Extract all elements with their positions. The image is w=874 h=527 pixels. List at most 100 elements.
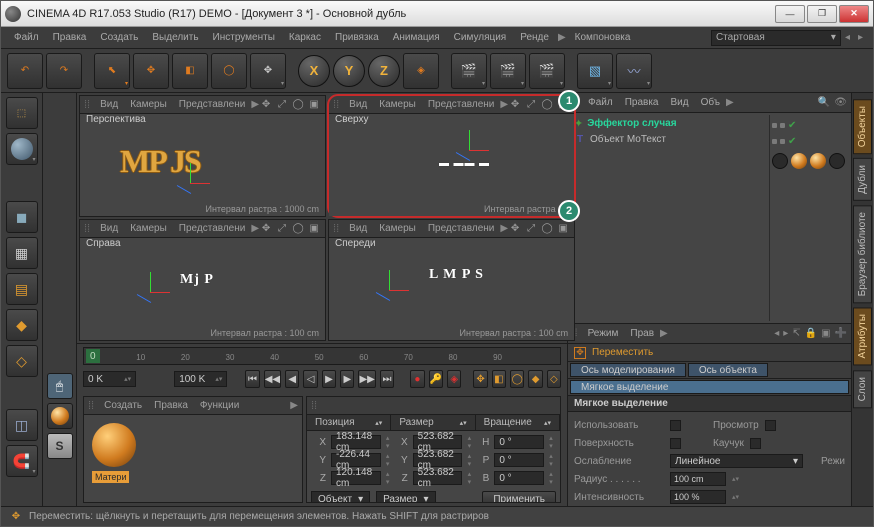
vp-menu-view[interactable]: Вид bbox=[343, 223, 373, 234]
timeline-goto-start-button[interactable]: ⏮ bbox=[245, 370, 259, 388]
menu-select[interactable]: Выделить bbox=[145, 30, 205, 45]
coords-hdr-size[interactable]: Размер▴▾ bbox=[391, 415, 475, 430]
timeline-scale-key-button[interactable]: ◧ bbox=[492, 370, 506, 388]
axis-button[interactable]: ◫ bbox=[6, 409, 38, 441]
minimize-button[interactable]: — bbox=[775, 5, 805, 23]
viewport-right[interactable]: ⁞⁞ Вид Камеры Представлени ▶ ✥ ⤢ ◯ ▣ bbox=[79, 219, 326, 341]
menu-tools[interactable]: Инструменты bbox=[206, 30, 282, 45]
menu-file[interactable]: Файл bbox=[7, 30, 46, 45]
vp-menu-display[interactable]: Представлени bbox=[422, 223, 501, 234]
menu-pipeline[interactable]: Компоновка bbox=[568, 30, 638, 45]
vp-menu-cameras[interactable]: Камеры bbox=[124, 223, 173, 234]
select-tool-button[interactable]: ⬉▾ bbox=[94, 53, 130, 89]
move-tool-button[interactable]: ✥ bbox=[133, 53, 169, 89]
vp-nav-move-icon[interactable]: ✥ bbox=[508, 98, 522, 112]
attr-lock-icon[interactable]: 🔒 bbox=[805, 328, 817, 339]
viewport-grip-icon[interactable]: ⁞⁞ bbox=[84, 99, 90, 111]
coord-system-button[interactable]: ◈ bbox=[403, 53, 439, 89]
render-pv-button[interactable]: 🎬▾ bbox=[490, 53, 526, 89]
vp-nav-orbit-icon[interactable]: ◯ bbox=[291, 98, 305, 112]
obj-menu-obj[interactable]: Объ bbox=[695, 97, 726, 108]
add-spline-button[interactable]: 〰▾ bbox=[616, 53, 652, 89]
object-row-effector[interactable]: ✦ Эффектор случая bbox=[570, 115, 769, 131]
object-row-motext[interactable]: T Объект МоТекст bbox=[570, 131, 769, 147]
material-name[interactable]: Матери bbox=[92, 471, 129, 483]
vp-nav-orbit-icon[interactable]: ◯ bbox=[540, 222, 554, 236]
edge-mode-button[interactable]: ◇ bbox=[6, 345, 38, 377]
attr-intensity-field[interactable]: 100 % bbox=[670, 490, 726, 504]
vp-nav-zoom-icon[interactable]: ⤢ bbox=[524, 98, 538, 112]
timeline-pla-key-button[interactable]: ◇ bbox=[547, 370, 561, 388]
attr-radius-field[interactable]: 100 cm bbox=[670, 472, 726, 486]
add-cube-button[interactable]: ▧▾ bbox=[577, 53, 613, 89]
obj-eye-icon[interactable]: 👁 bbox=[834, 97, 847, 108]
snap-enable-button[interactable]: 🧲▾ bbox=[6, 445, 38, 477]
timeline-prev-key-button[interactable]: ◀◀ bbox=[264, 370, 281, 388]
coords-hdr-rotation[interactable]: Вращение▴▾ bbox=[476, 415, 560, 430]
attr-use-checkbox[interactable] bbox=[670, 420, 681, 431]
viewport-grip-icon[interactable]: ⁞⁞ bbox=[84, 223, 90, 235]
coord-apply-button[interactable]: Применить bbox=[482, 491, 556, 502]
vp-maximize-icon[interactable]: ▣ bbox=[307, 98, 321, 112]
timeline-play-back-button[interactable]: ◁ bbox=[303, 370, 317, 388]
attr-tab-modeling-axis[interactable]: Ось моделирования bbox=[570, 363, 686, 377]
attr-menu-mode[interactable]: Режим bbox=[582, 328, 625, 339]
sidetab-browser[interactable]: Браузер библиоте bbox=[853, 205, 872, 303]
obj-menu-file[interactable]: Файл bbox=[582, 97, 619, 108]
tag-slot-empty[interactable] bbox=[772, 153, 788, 169]
vp-menu-display[interactable]: Представлени bbox=[422, 99, 501, 110]
vp-menu-display[interactable]: Представлени bbox=[173, 99, 252, 110]
attr-menu-edit[interactable]: Прав bbox=[624, 328, 660, 339]
obj-search-icon[interactable]: 🔍 bbox=[818, 97, 830, 108]
s-button[interactable]: S bbox=[47, 433, 73, 459]
texture-tag-button[interactable] bbox=[47, 403, 73, 429]
attr-rubber-checkbox[interactable] bbox=[750, 438, 761, 449]
sidetab-takes[interactable]: Дубли bbox=[853, 158, 872, 201]
vp-menu-view[interactable]: Вид bbox=[94, 99, 124, 110]
panel-grip-icon[interactable]: ⁞⁞ bbox=[88, 400, 94, 412]
timeline-ruler[interactable]: 0 10 20 30 40 50 60 70 80 90 bbox=[83, 347, 561, 365]
vp-nav-move-icon[interactable]: ✥ bbox=[259, 222, 273, 236]
attr-tab-object-axis[interactable]: Ось объекта bbox=[688, 363, 768, 377]
attr-nav-back-icon[interactable]: ◂ bbox=[774, 328, 779, 339]
timeline-autokey-button[interactable]: 🔑 bbox=[429, 370, 443, 388]
tag-slot-empty[interactable] bbox=[829, 153, 845, 169]
vp-nav-zoom-icon[interactable]: ⤢ bbox=[524, 222, 538, 236]
timeline-next-key-button[interactable]: ▶▶ bbox=[358, 370, 375, 388]
attr-expand-icon[interactable]: ▣ bbox=[821, 328, 830, 339]
rotate-tool-button[interactable]: ◯ bbox=[211, 53, 247, 89]
object-flags-row[interactable]: ✔ bbox=[772, 133, 847, 149]
redo-button[interactable]: ↷ bbox=[46, 53, 82, 89]
attr-new-icon[interactable]: ➕ bbox=[835, 328, 847, 339]
sidetab-attributes[interactable]: Атрибуты bbox=[853, 307, 872, 365]
make-editable-button[interactable]: ⬚ bbox=[6, 97, 38, 129]
coord-pos-y[interactable]: -226.44 cm bbox=[331, 453, 381, 467]
model-mode-button[interactable]: ◼ bbox=[6, 201, 38, 233]
axis-x-toggle[interactable]: X bbox=[298, 55, 330, 87]
mouse-default-button[interactable]: 🖱 bbox=[47, 373, 73, 399]
timeline-goto-end-button[interactable]: ⏭ bbox=[380, 370, 394, 388]
coord-size-z[interactable]: 523.682 cm bbox=[413, 471, 463, 485]
vp-nav-orbit-icon[interactable]: ◯ bbox=[291, 222, 305, 236]
coord-pos-x[interactable]: 183.148 cm bbox=[331, 435, 381, 449]
coords-hdr-position[interactable]: Позиция▴▾ bbox=[307, 415, 391, 430]
point-mode-button[interactable]: ◆ bbox=[6, 309, 38, 341]
timeline-record-button[interactable]: ● bbox=[410, 370, 424, 388]
attr-nav-up-icon[interactable]: ↸ bbox=[792, 328, 800, 339]
vp-menu-cameras[interactable]: Камеры bbox=[124, 99, 173, 110]
mat-menu-create[interactable]: Создать bbox=[98, 400, 148, 411]
menu-animation[interactable]: Анимация bbox=[386, 30, 447, 45]
tag-material[interactable] bbox=[791, 153, 807, 169]
workplane-button[interactable]: ▤ bbox=[6, 273, 38, 305]
menu-simulation[interactable]: Симуляция bbox=[447, 30, 514, 45]
vp-nav-zoom-icon[interactable]: ⤢ bbox=[275, 98, 289, 112]
last-tool-button[interactable]: ✥▾ bbox=[250, 53, 286, 89]
coord-size-dropdown[interactable]: Размер▾ bbox=[376, 491, 435, 502]
mat-menu-func[interactable]: Функции bbox=[194, 400, 245, 411]
timeline-current-frame[interactable]: 0 bbox=[86, 349, 100, 363]
timeline-next-frame-button[interactable]: ▶ bbox=[340, 370, 354, 388]
timeline-pos-key-button[interactable]: ✥ bbox=[473, 370, 487, 388]
coord-pos-z[interactable]: 120.148 cm bbox=[331, 471, 381, 485]
menu-snap[interactable]: Привязка bbox=[328, 30, 386, 45]
panel-grip-icon[interactable]: ⁞⁞ bbox=[311, 400, 317, 412]
